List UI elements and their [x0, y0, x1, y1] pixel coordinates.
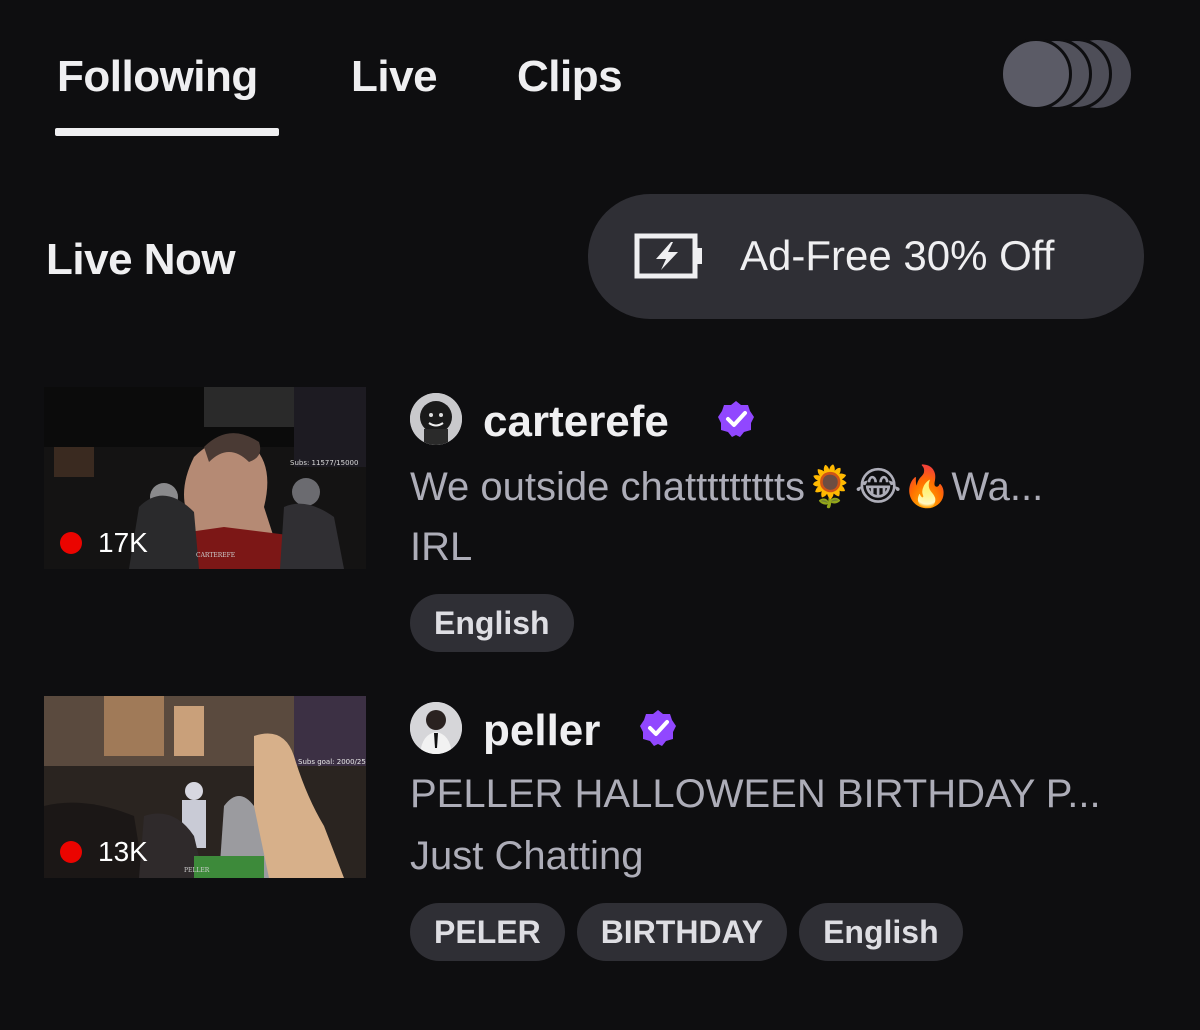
channel-name[interactable]: peller	[483, 706, 600, 756]
channel-avatar[interactable]	[410, 702, 462, 754]
viewer-count: 17K	[60, 527, 148, 559]
avatar-image	[410, 393, 462, 445]
channel-name[interactable]: carterefe	[483, 397, 669, 447]
ad-free-promo-button[interactable]: Ad-Free 30% Off	[588, 194, 1144, 319]
verified-badge-icon	[718, 401, 754, 437]
tab-live[interactable]: Live	[351, 52, 438, 102]
tag-english[interactable]: English	[410, 594, 574, 652]
viewer-count-label: 17K	[98, 527, 148, 558]
followed-avatars-button[interactable]	[1000, 37, 1135, 112]
verified-badge-icon	[640, 710, 676, 746]
tab-clips[interactable]: Clips	[517, 52, 623, 102]
stream-category[interactable]: Just Chatting	[410, 834, 643, 879]
top-tabs: Following Live Clips	[0, 0, 1200, 140]
promo-label: Ad-Free 30% Off	[740, 232, 1055, 279]
live-dot-icon	[60, 841, 82, 863]
tab-following[interactable]: Following	[57, 52, 258, 102]
tag-peler[interactable]: PELER	[410, 903, 565, 961]
avatar	[1000, 38, 1072, 110]
battery-bolt-icon	[634, 233, 702, 279]
thumbnail-watermark: PELLER	[184, 867, 210, 874]
thumbnail-subs-overlay: Subs: 11577/15000	[290, 459, 358, 467]
stream-thumbnail[interactable]: Subs goal: 2000/2500 PELLER 13K	[44, 696, 366, 878]
section-title: Live Now	[46, 235, 236, 284]
tag-row: PELER BIRTHDAY English	[410, 903, 963, 961]
stream-category[interactable]: IRL	[410, 525, 472, 570]
live-dot-icon	[60, 532, 82, 554]
avatar-image	[410, 702, 462, 754]
stream-title: PELLER HALLOWEEN BIRTHDAY P...	[410, 772, 1101, 816]
stream-thumbnail[interactable]: Subs: 11577/15000 CARTEREFE 17K	[44, 387, 366, 569]
viewer-count-label: 13K	[98, 836, 148, 867]
tag-row: English	[410, 594, 574, 652]
tag-birthday[interactable]: BIRTHDAY	[576, 903, 788, 961]
active-tab-indicator	[55, 128, 279, 136]
stream-card: Subs goal: 2000/2500 PELLER 13K peller P…	[0, 696, 1200, 976]
stream-title: We outside chattttttttts🌻😂🔥Wa...	[410, 465, 1044, 509]
channel-avatar[interactable]	[410, 393, 462, 445]
viewer-count: 13K	[60, 836, 148, 868]
stream-card: Subs: 11577/15000 CARTEREFE 17K carteref…	[0, 387, 1200, 667]
thumbnail-watermark: CARTEREFE	[196, 552, 235, 559]
thumbnail-subs-overlay: Subs goal: 2000/2500	[298, 758, 366, 766]
tag-english[interactable]: English	[799, 903, 963, 961]
